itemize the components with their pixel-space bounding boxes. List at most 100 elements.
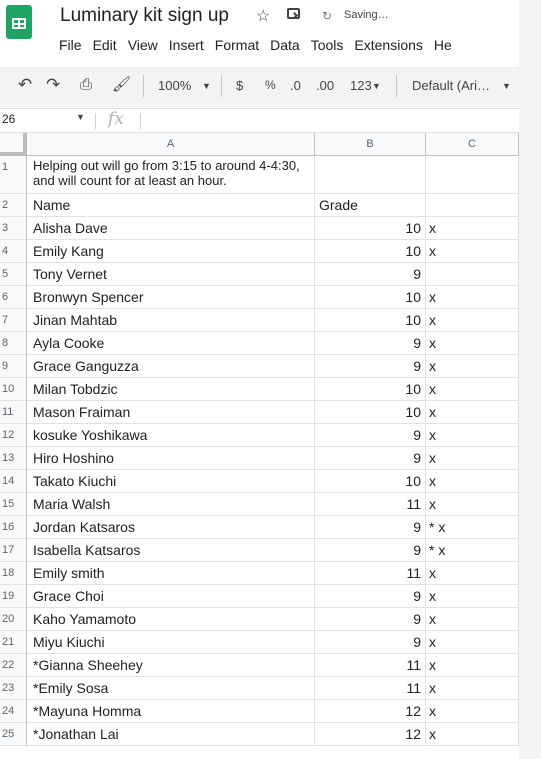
row-header[interactable]: 15 [0,493,27,516]
mark-cell[interactable]: x [426,447,519,470]
font-chevron-down-icon[interactable]: ▼ [502,81,511,91]
grade-cell[interactable]: 9 [315,263,426,286]
select-all-corner[interactable] [0,133,27,156]
header-cell-grade[interactable]: Grade [315,194,426,217]
mark-cell[interactable]: x [426,562,519,585]
row-header[interactable]: 14 [0,470,27,493]
row-header[interactable]: 20 [0,608,27,631]
grade-cell[interactable]: 9 [315,424,426,447]
mark-cell[interactable]: x [426,493,519,516]
column-header-c[interactable]: C [426,133,519,156]
decrease-decimal-button[interactable]: .0 [290,78,301,93]
row-header[interactable]: 11 [0,401,27,424]
mark-cell[interactable]: * x [426,539,519,562]
grade-cell[interactable]: 9 [315,447,426,470]
mark-cell[interactable]: x [426,217,519,240]
mark-cell[interactable]: x [426,608,519,631]
row-header[interactable]: 17 [0,539,27,562]
header-cell-name[interactable]: Name [27,194,315,217]
star-icon[interactable]: ☆ [256,6,270,26]
name-cell[interactable]: Bronwyn Spencer [27,286,315,309]
row-header[interactable]: 7 [0,309,27,332]
mark-cell[interactable]: x [426,677,519,700]
mark-cell[interactable]: x [426,378,519,401]
increase-decimal-button[interactable]: .00 [316,78,334,93]
name-cell[interactable]: Hiro Hoshino [27,447,315,470]
paint-format-icon[interactable]: 🖌 [112,75,131,93]
menu-data[interactable]: Data [270,37,300,55]
redo-icon[interactable]: ↷ [46,75,60,95]
font-select[interactable]: Default (Ari… [412,78,490,93]
undo-icon[interactable]: ↶ [18,75,32,95]
menu-edit[interactable]: Edit [93,37,117,55]
row-header[interactable]: 5 [0,263,27,286]
mark-cell[interactable]: x [426,355,519,378]
menu-file[interactable]: File [59,37,82,55]
name-cell[interactable]: Jinan Mahtab [27,309,315,332]
grade-cell[interactable]: 10 [315,309,426,332]
grade-cell[interactable]: 10 [315,378,426,401]
mark-cell[interactable] [426,156,519,194]
grade-cell[interactable]: 12 [315,723,426,746]
mark-cell[interactable]: x [426,723,519,746]
grade-cell[interactable]: 11 [315,562,426,585]
mark-cell[interactable]: x [426,332,519,355]
name-cell[interactable]: Alisha Dave [27,217,315,240]
menu-format[interactable]: Format [215,37,259,55]
name-cell[interactable]: Mason Fraiman [27,401,315,424]
row-header[interactable]: 16 [0,516,27,539]
name-cell[interactable]: Emily Kang [27,240,315,263]
mark-cell[interactable]: x [426,470,519,493]
note-cell[interactable]: Helping out will go from 3:15 to around … [27,156,315,194]
grade-cell[interactable]: 10 [315,217,426,240]
grade-cell[interactable]: 10 [315,470,426,493]
row-header[interactable]: 18 [0,562,27,585]
grade-cell[interactable]: 10 [315,240,426,263]
grade-cell[interactable]: 9 [315,631,426,654]
mark-cell[interactable]: * x [426,516,519,539]
grade-cell[interactable]: 9 [315,608,426,631]
mark-cell[interactable] [426,263,519,286]
menu-help[interactable]: He [434,37,452,55]
row-header[interactable]: 23 [0,677,27,700]
mark-cell[interactable]: x [426,401,519,424]
row-header[interactable]: 3 [0,217,27,240]
name-cell[interactable]: Maria Walsh [27,493,315,516]
name-cell[interactable]: *Emily Sosa [27,677,315,700]
mark-cell[interactable]: x [426,240,519,263]
grade-cell[interactable]: 12 [315,700,426,723]
row-header[interactable]: 8 [0,332,27,355]
name-cell[interactable]: Jordan Katsaros [27,516,315,539]
row-header[interactable]: 1 [0,156,27,194]
column-header-b[interactable]: B [315,133,426,156]
column-header-a[interactable]: A [27,133,315,156]
grade-cell[interactable]: 9 [315,332,426,355]
row-header[interactable]: 9 [0,355,27,378]
mark-cell[interactable]: x [426,700,519,723]
row-header[interactable]: 25 [0,723,27,746]
row-header[interactable]: 13 [0,447,27,470]
more-formats-chevron-down-icon[interactable]: ▼ [372,81,381,91]
row-header[interactable]: 19 [0,585,27,608]
mark-cell[interactable]: x [426,654,519,677]
name-cell[interactable]: *Jonathan Lai [27,723,315,746]
move-to-folder-icon[interactable] [287,8,300,19]
name-cell[interactable]: kosuke Yoshikawa [27,424,315,447]
name-cell[interactable]: Kaho Yamamoto [27,608,315,631]
zoom-chevron-down-icon[interactable]: ▼ [202,81,211,91]
percent-format-button[interactable]: % [265,78,276,92]
name-cell[interactable]: Ayla Cooke [27,332,315,355]
name-cell[interactable]: Isabella Katsaros [27,539,315,562]
name-cell[interactable]: *Gianna Sheehey [27,654,315,677]
name-cell[interactable]: Miyu Kiuchi [27,631,315,654]
menu-extensions[interactable]: Extensions [354,37,422,55]
name-cell[interactable]: Takato Kiuchi [27,470,315,493]
mark-cell[interactable]: x [426,631,519,654]
document-title[interactable]: Luminary kit sign up [60,5,229,27]
name-box[interactable]: 26 [2,112,15,126]
mark-cell[interactable]: x [426,309,519,332]
grade-cell[interactable]: 9 [315,539,426,562]
grade-cell[interactable]: 9 [315,516,426,539]
row-header[interactable]: 4 [0,240,27,263]
name-cell[interactable]: Tony Vernet [27,263,315,286]
